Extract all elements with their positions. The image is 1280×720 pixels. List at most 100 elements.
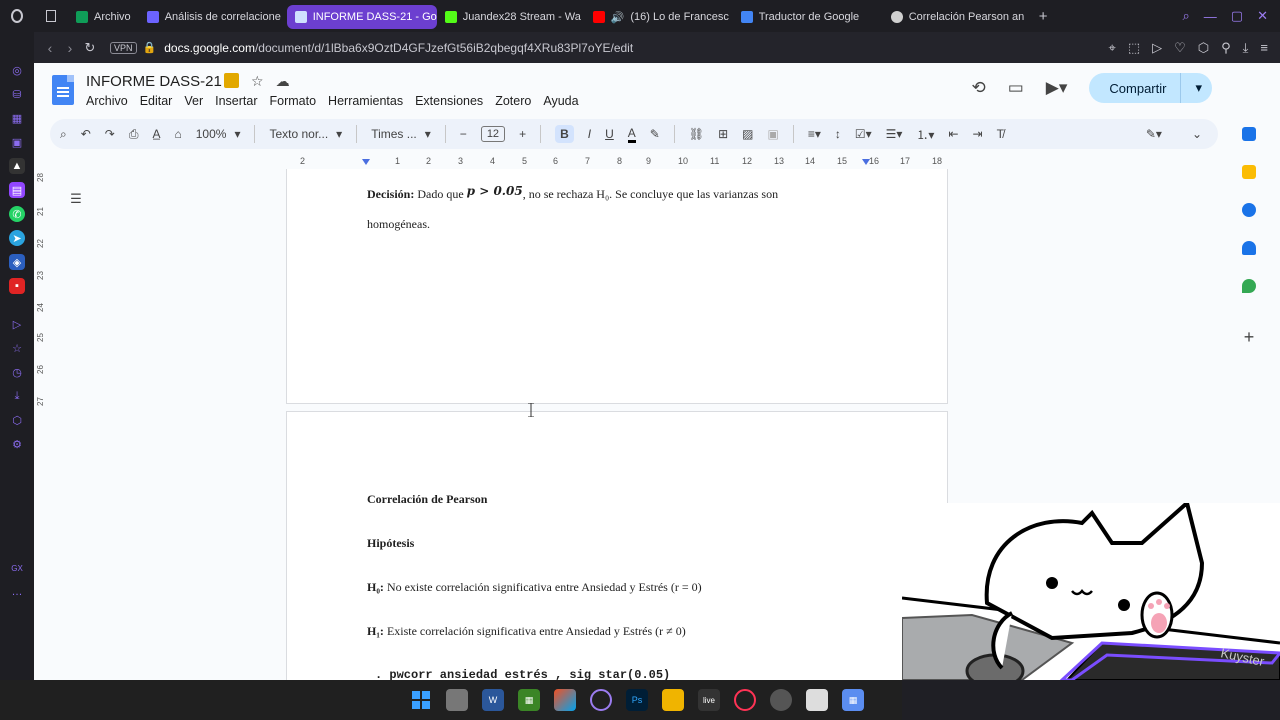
reload-icon[interactable]: ↻ <box>80 40 100 56</box>
equation-icon[interactable]: ▣ <box>767 127 778 141</box>
live-app-icon[interactable]: live <box>698 689 720 711</box>
extensions-sidebar-icon[interactable]: ⬡ <box>9 412 25 428</box>
tab-archivo[interactable]: Archivo <box>68 5 139 29</box>
calculator-icon[interactable]: ▦ <box>842 689 864 711</box>
keep-icon[interactable] <box>1242 165 1256 179</box>
font-select[interactable]: Times ... ▾ <box>371 127 431 141</box>
image-icon[interactable]: ▨ <box>742 127 753 141</box>
numbered-list-icon[interactable]: ⒈▾ <box>916 126 934 143</box>
zotero-folder-icon[interactable] <box>224 73 239 88</box>
copilot-icon[interactable] <box>554 689 576 711</box>
word-icon[interactable]: W <box>482 689 504 711</box>
line-spacing-icon[interactable]: ↕ <box>835 127 841 141</box>
vpn-badge[interactable]: VPN <box>110 41 137 54</box>
text-color-icon[interactable]: A <box>627 126 636 143</box>
highlight-icon[interactable]: ✎ <box>650 127 660 141</box>
bluesky-icon[interactable]: ◈ <box>9 254 25 270</box>
menu-icon[interactable]: ≡ <box>1260 40 1268 56</box>
opera-icon[interactable] <box>734 689 756 711</box>
back-icon[interactable]: ‹ <box>40 40 60 56</box>
increase-indent-icon[interactable]: ⇥ <box>973 127 983 141</box>
italic-button[interactable]: I <box>588 127 591 141</box>
crypto-icon[interactable]: ⛁ <box>9 86 25 102</box>
search-icon[interactable]: ⌕ <box>1183 8 1190 24</box>
search-menus-icon[interactable]: ⌕ <box>60 127 67 142</box>
play-icon[interactable]: ▷ <box>1152 40 1162 56</box>
comment-add-icon[interactable]: ⊞ <box>718 127 728 141</box>
left-indent-marker[interactable] <box>362 159 370 165</box>
telegram-icon[interactable]: ➤ <box>9 230 25 246</box>
maps-icon[interactable] <box>1242 279 1256 293</box>
comments-icon[interactable]: ▭ <box>1008 78 1024 98</box>
task-view-icon[interactable] <box>446 689 468 711</box>
forward-icon[interactable]: › <box>60 40 80 56</box>
twitch-icon[interactable]: ▤ <box>9 182 25 198</box>
decrease-indent-icon[interactable]: ⇤ <box>948 127 958 141</box>
menu-formato[interactable]: Formato <box>270 94 317 108</box>
menu-herramientas[interactable]: Herramientas <box>328 94 403 108</box>
print-icon[interactable]: ⎙ <box>129 127 139 142</box>
menu-ayuda[interactable]: Ayuda <box>543 94 578 108</box>
menu-extensiones[interactable]: Extensiones <box>415 94 483 108</box>
style-select[interactable]: Texto nor... ▾ <box>269 127 342 141</box>
share-button[interactable]: Compartir ▾ <box>1089 73 1212 103</box>
windows-start-icon[interactable] <box>410 689 432 711</box>
cloud-icon[interactable]: ☁ <box>276 73 290 90</box>
document-title[interactable]: INFORME DASS-21 <box>86 73 222 90</box>
vertical-ruler[interactable]: 28 21 22 23 24 25 26 27 <box>34 169 46 680</box>
maximize-icon[interactable]: ▢ <box>1231 8 1243 24</box>
wallet-icon[interactable]: ⚲ <box>1221 40 1231 56</box>
heart-icon[interactable]: ♡ <box>1174 40 1186 56</box>
meet-icon[interactable]: ▶▾ <box>1046 78 1068 98</box>
more-icon[interactable]: … <box>9 584 25 600</box>
tab-analisis[interactable]: Análisis de correlacione <box>139 5 287 29</box>
calendar-icon[interactable] <box>1242 127 1256 141</box>
align-icon[interactable]: ≡▾ <box>808 127 821 141</box>
download-icon[interactable]: ⤓ <box>1243 40 1249 56</box>
document-outline-icon[interactable]: ☰ <box>66 189 86 209</box>
gx-icon[interactable]: GX <box>9 560 25 576</box>
history-icon[interactable]: ⟲ <box>971 78 985 98</box>
downloads-icon[interactable]: ⤓ <box>9 388 25 404</box>
chevron-down-icon[interactable]: ▾ <box>1195 80 1202 96</box>
zoom-select[interactable]: 100% ▾ <box>196 127 241 141</box>
new-tab-button[interactable]: + <box>1031 8 1056 25</box>
aria-icon[interactable]: ◎ <box>9 62 25 78</box>
paint-format-icon[interactable]: ⌂ <box>174 127 181 141</box>
star-icon[interactable]: ☆ <box>251 73 264 90</box>
menu-insertar[interactable]: Insertar <box>215 94 257 108</box>
horizontal-ruler[interactable]: 2 1 2 3 4 5 6 7 8 9 10 11 12 13 14 15 16… <box>286 155 948 169</box>
redo-icon[interactable]: ↷ <box>105 127 115 141</box>
editing-mode-icon[interactable]: ✎▾ <box>1146 127 1162 141</box>
tab-youtube[interactable]: 🔊 (16) Lo de Francesc <box>585 5 733 29</box>
history-icon[interactable]: ◷ <box>9 364 25 380</box>
page-icon[interactable] <box>34 0 68 32</box>
document-page-1[interactable]: Decisión: Dado que p > 0.05, no se recha… <box>286 169 948 404</box>
red-app-icon[interactable]: ▪ <box>9 278 25 294</box>
player-icon[interactable]: ▷ <box>9 316 25 332</box>
tab-correlacion[interactable]: Correlación Pearson an <box>883 5 1031 29</box>
music-icon[interactable]: ▣ <box>9 134 25 150</box>
minimize-icon[interactable]: — <box>1204 9 1217 24</box>
opera-logo-icon[interactable] <box>0 0 34 32</box>
contacts-icon[interactable] <box>1242 241 1256 255</box>
obs-icon[interactable] <box>770 689 792 711</box>
whatsapp-icon[interactable]: ✆ <box>9 206 25 222</box>
tab-translate[interactable]: Traductor de Google <box>733 5 883 29</box>
file-explorer-icon[interactable] <box>662 689 684 711</box>
opera-gx-icon[interactable] <box>590 689 612 711</box>
bookmarks-icon[interactable]: ☆ <box>9 340 25 356</box>
mail-icon[interactable] <box>806 689 828 711</box>
tab-kick-stream[interactable]: Juandex28 Stream - Wa <box>437 5 585 29</box>
menu-ver[interactable]: Ver <box>184 94 203 108</box>
underline-button[interactable]: U <box>605 127 614 141</box>
checklist-icon[interactable]: ☑▾ <box>855 127 872 141</box>
clear-formatting-icon[interactable]: T̸ <box>997 127 1004 141</box>
bullet-list-icon[interactable]: ☰▾ <box>886 127 903 141</box>
menu-editar[interactable]: Editar <box>140 94 173 108</box>
add-addon-icon[interactable]: + <box>1244 327 1255 348</box>
document-page-2[interactable]: Correlación de Pearson Hipótesis H₀: No … <box>286 411 948 680</box>
undo-icon[interactable]: ↶ <box>81 127 91 141</box>
link-icon[interactable]: ⛓ <box>689 127 704 141</box>
settings-icon[interactable]: ⚙ <box>9 436 25 452</box>
